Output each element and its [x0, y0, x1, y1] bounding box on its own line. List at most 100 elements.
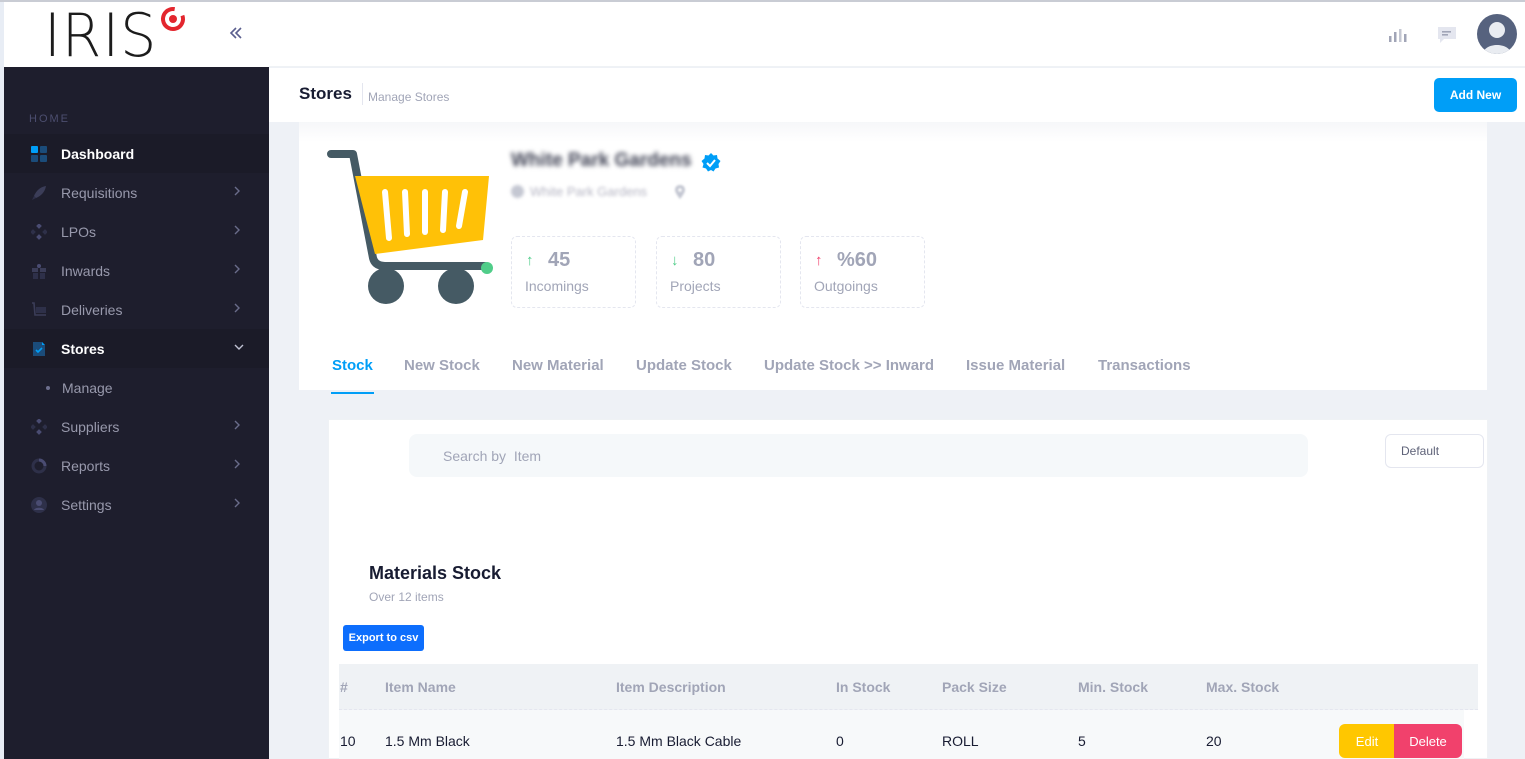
materials-stock-card: Default Materials Stock Over 12 items Ex… [328, 419, 1488, 759]
sidebar-item-label: Requisitions [61, 184, 138, 201]
stat-incomings: ↑ 45 Incomings [511, 236, 636, 308]
online-status-dot [481, 262, 493, 274]
chevron-right-icon [233, 457, 243, 473]
column-header[interactable]: Min. Stock [1078, 679, 1148, 695]
stat-value: 80 [693, 249, 716, 271]
sidebar-item-inwards[interactable]: Inwards [4, 251, 269, 290]
page-subtitle: Manage Stores [368, 90, 450, 104]
arrow-up-icon: ↑ [815, 252, 823, 269]
tab-new-material[interactable]: New Material [512, 342, 604, 390]
logo-text: IRIS [44, 1, 158, 71]
sort-select[interactable]: Default [1385, 434, 1484, 468]
column-header[interactable]: Max. Stock [1206, 679, 1279, 695]
bar-chart-icon[interactable] [1387, 24, 1409, 46]
tab-transactions[interactable]: Transactions [1098, 342, 1191, 390]
bullet-icon [46, 385, 50, 390]
store-name: White Park Gardens [511, 150, 692, 171]
tab-new-stock[interactable]: New Stock [404, 342, 480, 390]
sidebar-item-deliveries[interactable]: Deliveries [4, 290, 269, 329]
sidebar-subitem-manage[interactable]: Manage [4, 368, 269, 407]
diamond-cluster-icon [30, 418, 48, 436]
table-row: 10 1.5 Mm Black 1.5 Mm Black Cable 0 ROL… [339, 710, 1464, 759]
window-left-edge [0, 0, 4, 759]
chevron-right-icon [233, 184, 243, 200]
user-avatar[interactable] [1477, 14, 1517, 54]
sidebar-collapse-button[interactable] [224, 22, 248, 46]
cell-max-stock: 20 [1206, 733, 1222, 749]
column-header[interactable]: Pack Size [942, 679, 1007, 695]
section-subtitle: Over 12 items [369, 590, 444, 604]
cell-pack-size: ROLL [942, 733, 979, 749]
stat-label: Projects [670, 278, 721, 294]
user-circle-icon [30, 496, 48, 514]
donut-icon [30, 457, 48, 475]
page-title: Stores [299, 84, 352, 103]
chevron-right-icon [233, 223, 243, 239]
sidebar-subitem-label: Manage [62, 379, 113, 396]
cart-icon [30, 301, 48, 319]
logo-mark-icon [161, 7, 185, 31]
file-check-icon [30, 340, 48, 358]
chevron-right-icon [233, 301, 243, 317]
top-header [269, 2, 1525, 67]
export-csv-button[interactable]: Export to csv [343, 625, 424, 651]
column-header[interactable]: Item Description [616, 679, 726, 695]
column-header[interactable]: In Stock [836, 679, 890, 695]
main-content: White Park Gardens White Park Gardens ↑ … [269, 122, 1525, 759]
store-owner: White Park Gardens [511, 184, 647, 199]
cell-id: 10 [340, 733, 356, 749]
page-scrollbar-track[interactable] [1517, 122, 1525, 759]
arrow-up-icon: ↑ [526, 252, 534, 269]
sidebar-item-label: Settings [61, 496, 112, 513]
search-input[interactable] [409, 434, 1308, 477]
chevron-down-icon [233, 340, 244, 356]
sidebar-section-label: HOME [29, 113, 70, 125]
tab-update-stock-inward[interactable]: Update Stock >> Inward [764, 342, 934, 390]
table-header: # Item Name Item Description In Stock Pa… [339, 664, 1478, 710]
sidebar-nav: Dashboard Requisitions LPOs Inwards Deli… [4, 134, 269, 524]
gift-icon [30, 262, 48, 280]
arrow-down-icon: ↓ [671, 252, 679, 269]
store-profile-card: White Park Gardens White Park Gardens ↑ … [299, 122, 1487, 394]
cell-item-description: 1.5 Mm Black Cable [616, 733, 742, 749]
cell-item-name: 1.5 Mm Black [385, 733, 470, 749]
stat-value: %60 [837, 249, 878, 271]
sidebar-item-label: Inwards [61, 262, 111, 279]
sidebar-item-lpos[interactable]: LPOs [4, 212, 269, 251]
verified-badge-icon [701, 153, 721, 172]
stat-label: Outgoings [814, 278, 878, 294]
cell-in-stock: 0 [836, 733, 844, 749]
sidebar-item-reports[interactable]: Reports [4, 446, 269, 485]
sidebar-item-label: Stores [61, 340, 105, 357]
double-chevron-left-icon [229, 27, 242, 39]
sidebar-item-settings[interactable]: Settings [4, 485, 269, 524]
tab-stock[interactable]: Stock [331, 342, 374, 394]
chevron-right-icon [233, 262, 243, 278]
stat-label: Incomings [525, 278, 589, 294]
shopping-cart-illustration [327, 150, 489, 304]
column-header[interactable]: Item Name [385, 679, 456, 695]
sidebar-item-requisitions[interactable]: Requisitions [4, 173, 269, 212]
user-silhouette-icon [1483, 22, 1511, 54]
tab-update-stock[interactable]: Update Stock [636, 342, 732, 390]
cell-min-stock: 5 [1078, 733, 1086, 749]
sidebar-item-label: Dashboard [61, 145, 135, 162]
delete-button[interactable]: Delete [1394, 724, 1462, 758]
sidebar-item-suppliers[interactable]: Suppliers [4, 407, 269, 446]
chevron-right-icon [233, 496, 243, 512]
sidebar-item-label: Deliveries [61, 301, 123, 318]
chat-icon[interactable] [1436, 24, 1458, 46]
sidebar-item-dashboard[interactable]: Dashboard [4, 134, 269, 173]
card-top-fade [299, 122, 1487, 142]
add-new-button[interactable]: Add New [1434, 78, 1517, 112]
store-tabs: Stock New Stock New Material Update Stoc… [299, 342, 1487, 394]
dashboard-grid-icon [30, 145, 48, 163]
sidebar: HOME Dashboard Requisitions LPOs Inwards… [4, 67, 269, 759]
title-separator [362, 83, 363, 105]
sidebar-item-label: Reports [61, 457, 111, 474]
stat-outgoings: ↑ %60 Outgoings [800, 236, 925, 308]
column-header[interactable]: # [340, 679, 348, 695]
sidebar-item-stores[interactable]: Stores [4, 329, 269, 368]
tab-issue-material[interactable]: Issue Material [966, 342, 1065, 390]
edit-button[interactable]: Edit [1339, 724, 1395, 758]
